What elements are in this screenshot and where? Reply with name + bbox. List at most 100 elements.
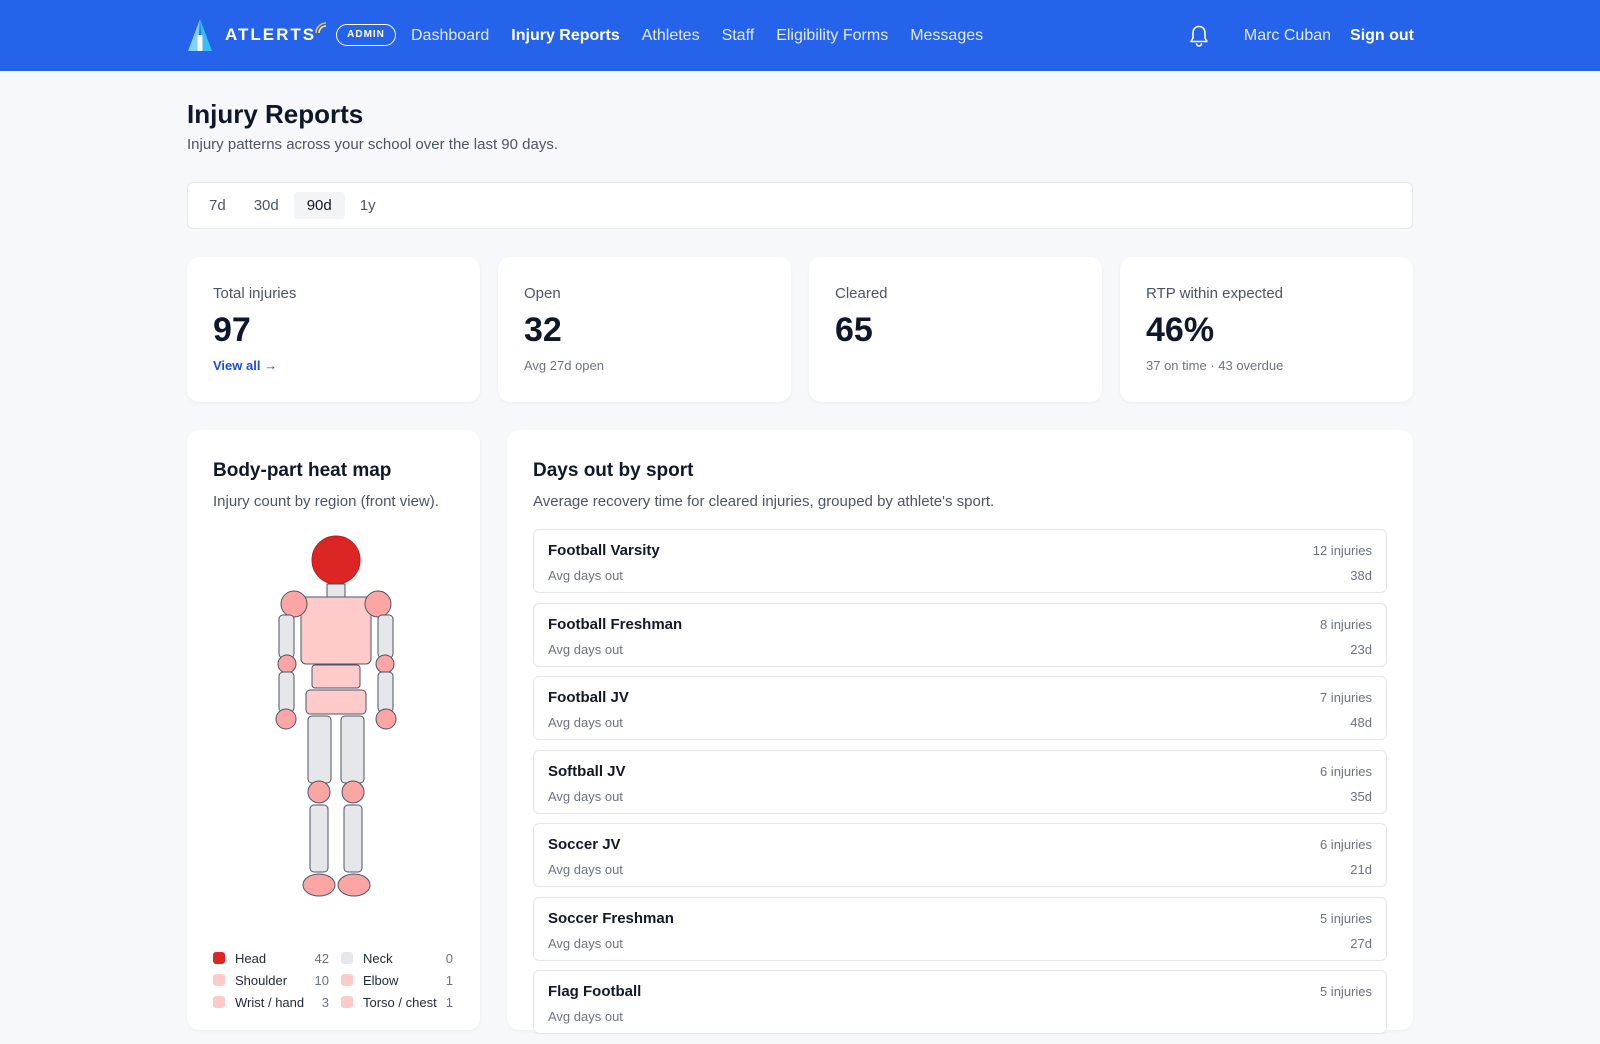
legend-item: Torso / chest 1 — [341, 995, 453, 1010]
signal-icon — [315, 22, 327, 34]
sport-caption: Avg days out — [548, 788, 623, 804]
view-all-link[interactable]: View all → — [213, 358, 277, 373]
stat-label: RTP within expected — [1146, 285, 1284, 302]
sport-caption: Avg days out — [548, 568, 623, 583]
sport-injury-count: 8 injuries — [1319, 616, 1372, 632]
sport-list: Football Varsity Avg days out 12 injuries 3… — [533, 529, 1387, 1044]
brand[interactable]: ATLERTS ADMIN — [186, 18, 396, 52]
nav-injury-reports[interactable]: Injury Reports — [511, 27, 619, 45]
legend-row: Shoulder 10 Elbow 1 — [213, 969, 453, 991]
sport-avg-days: 27d — [1350, 935, 1372, 951]
legend-swatch — [213, 952, 225, 964]
sport-row[interactable]: Soccer Freshman Avg days out 5 injuries 27d — [533, 896, 1387, 961]
days-out-subtitle: Average recovery time for cleared injuri… — [533, 493, 995, 510]
legend-swatch — [341, 996, 353, 1008]
region-hips[interactable] — [305, 689, 367, 715]
sport-caption: Avg days out — [548, 641, 623, 657]
legend-item: Elbow 1 — [341, 973, 453, 988]
sport-row[interactable]: Flag Football Avg days out 5 injuries — [533, 970, 1387, 1034]
sport-caption: Avg days out — [548, 715, 623, 730]
region-elbow-right[interactable] — [375, 654, 395, 674]
region-torso[interactable] — [300, 596, 372, 665]
region-upper-arm-right[interactable] — [377, 614, 394, 659]
page-subtitle: Injury patterns across your school over … — [187, 136, 559, 153]
sign-out-link[interactable]: Sign out — [1350, 27, 1414, 45]
legend-label: Head — [235, 950, 267, 966]
region-forearm-right[interactable] — [377, 671, 394, 713]
legend-label: Wrist / hand — [235, 994, 305, 1010]
sport-avg-days: 48d — [1350, 715, 1372, 730]
sport-caption: Avg days out — [548, 935, 623, 951]
heatmap-title: Body-part heat map — [213, 460, 392, 481]
stat-footnote: Avg 27d open — [524, 358, 604, 373]
legend-count: 0 — [445, 950, 453, 966]
nav-messages[interactable]: Messages — [910, 27, 983, 45]
sport-avg-days: 35d — [1350, 788, 1372, 804]
region-abdomen[interactable] — [311, 664, 361, 689]
region-forearm-left[interactable] — [278, 671, 295, 713]
legend-row: Head 42 Neck 0 — [213, 947, 453, 969]
legend-swatch — [213, 974, 225, 986]
region-foot-right[interactable] — [337, 873, 371, 897]
stat-label: Total injuries — [213, 285, 297, 302]
legend-count: 10 — [314, 972, 329, 988]
region-elbow-left[interactable] — [277, 654, 297, 674]
legend-label: Neck — [363, 950, 393, 966]
heatmap-legend: Head 42 Neck 0 Shoulder 10 Elbow 1 Wrist / hand 3… — [213, 947, 453, 1013]
user-name[interactable]: Marc Cuban — [1244, 27, 1331, 45]
stat-value: 32 — [524, 311, 562, 349]
legend-count: 1 — [445, 994, 453, 1010]
sport-injury-count: 5 injuries — [1319, 984, 1372, 999]
legend-label: Torso / chest — [363, 994, 437, 1010]
region-knee-right[interactable] — [341, 780, 365, 804]
sport-row[interactable]: Football Varsity Avg days out 12 injuries 3… — [533, 529, 1387, 593]
region-thigh-right[interactable] — [340, 715, 365, 784]
region-upper-arm-left[interactable] — [278, 614, 295, 659]
sport-caption: Avg days out — [548, 1009, 623, 1024]
legend-item: Head 42 — [213, 951, 341, 966]
region-hand-right[interactable] — [375, 708, 397, 730]
sport-name: Soccer Freshman — [548, 909, 674, 927]
nav-staff[interactable]: Staff — [722, 27, 755, 45]
nav-eligibility-forms[interactable]: Eligibility Forms — [776, 27, 888, 45]
sport-injury-count: 5 injuries — [1319, 910, 1372, 926]
sport-avg-days: 38d — [1350, 568, 1372, 583]
sport-injury-count: 6 injuries — [1319, 837, 1372, 852]
region-head[interactable] — [311, 535, 361, 585]
range-tab-1y[interactable]: 1y — [347, 192, 389, 219]
stat-value: 65 — [835, 311, 873, 349]
legend-swatch — [341, 974, 353, 986]
region-hand-left[interactable] — [275, 708, 297, 730]
sport-row[interactable]: Football Freshman Avg days out 8 injuries 2… — [533, 602, 1387, 667]
nav-dashboard[interactable]: Dashboard — [411, 27, 489, 45]
stat-card-rtp: RTP within expected 46% 37 on time · 43 … — [1120, 257, 1413, 402]
region-thigh-left[interactable] — [307, 715, 332, 784]
main-nav: Dashboard Injury Reports Athletes Staff … — [411, 0, 1005, 71]
nav-athletes[interactable]: Athletes — [642, 27, 700, 45]
range-selector: 7d 30d 90d 1y — [187, 182, 1413, 229]
sport-injury-count: 6 injuries — [1319, 763, 1372, 779]
range-tab-30d[interactable]: 30d — [241, 192, 292, 219]
region-shin-left[interactable] — [309, 804, 329, 873]
legend-count: 42 — [314, 950, 329, 966]
days-out-panel: Days out by sport Average recovery time … — [507, 430, 1413, 1034]
region-shoulder-left[interactable] — [280, 590, 308, 618]
bell-icon[interactable] — [1188, 24, 1210, 48]
sport-row[interactable]: Football JV Avg days out 7 injuries 48d — [533, 676, 1387, 740]
stat-label: Open — [524, 285, 561, 302]
legend-swatch — [341, 952, 353, 964]
region-shin-right[interactable] — [343, 804, 363, 873]
legend-row: Wrist / hand 3 Torso / chest 1 — [213, 991, 453, 1013]
region-knee-left[interactable] — [307, 780, 331, 804]
range-tab-7d[interactable]: 7d — [196, 192, 239, 219]
region-shoulder-right[interactable] — [364, 590, 392, 618]
sport-row[interactable]: Softball JV Avg days out 6 injuries 35d — [533, 749, 1387, 814]
sport-row[interactable]: Soccer JV Avg days out 6 injuries 21d — [533, 823, 1387, 887]
legend-label: Elbow — [363, 972, 399, 988]
atlerts-logo-icon — [188, 19, 212, 51]
region-foot-left[interactable] — [302, 873, 336, 897]
legend-item: Wrist / hand 3 — [213, 995, 341, 1010]
legend-label: Shoulder — [235, 972, 288, 988]
sport-name: Football Varsity — [548, 542, 660, 559]
range-tab-90d[interactable]: 90d — [293, 192, 345, 219]
